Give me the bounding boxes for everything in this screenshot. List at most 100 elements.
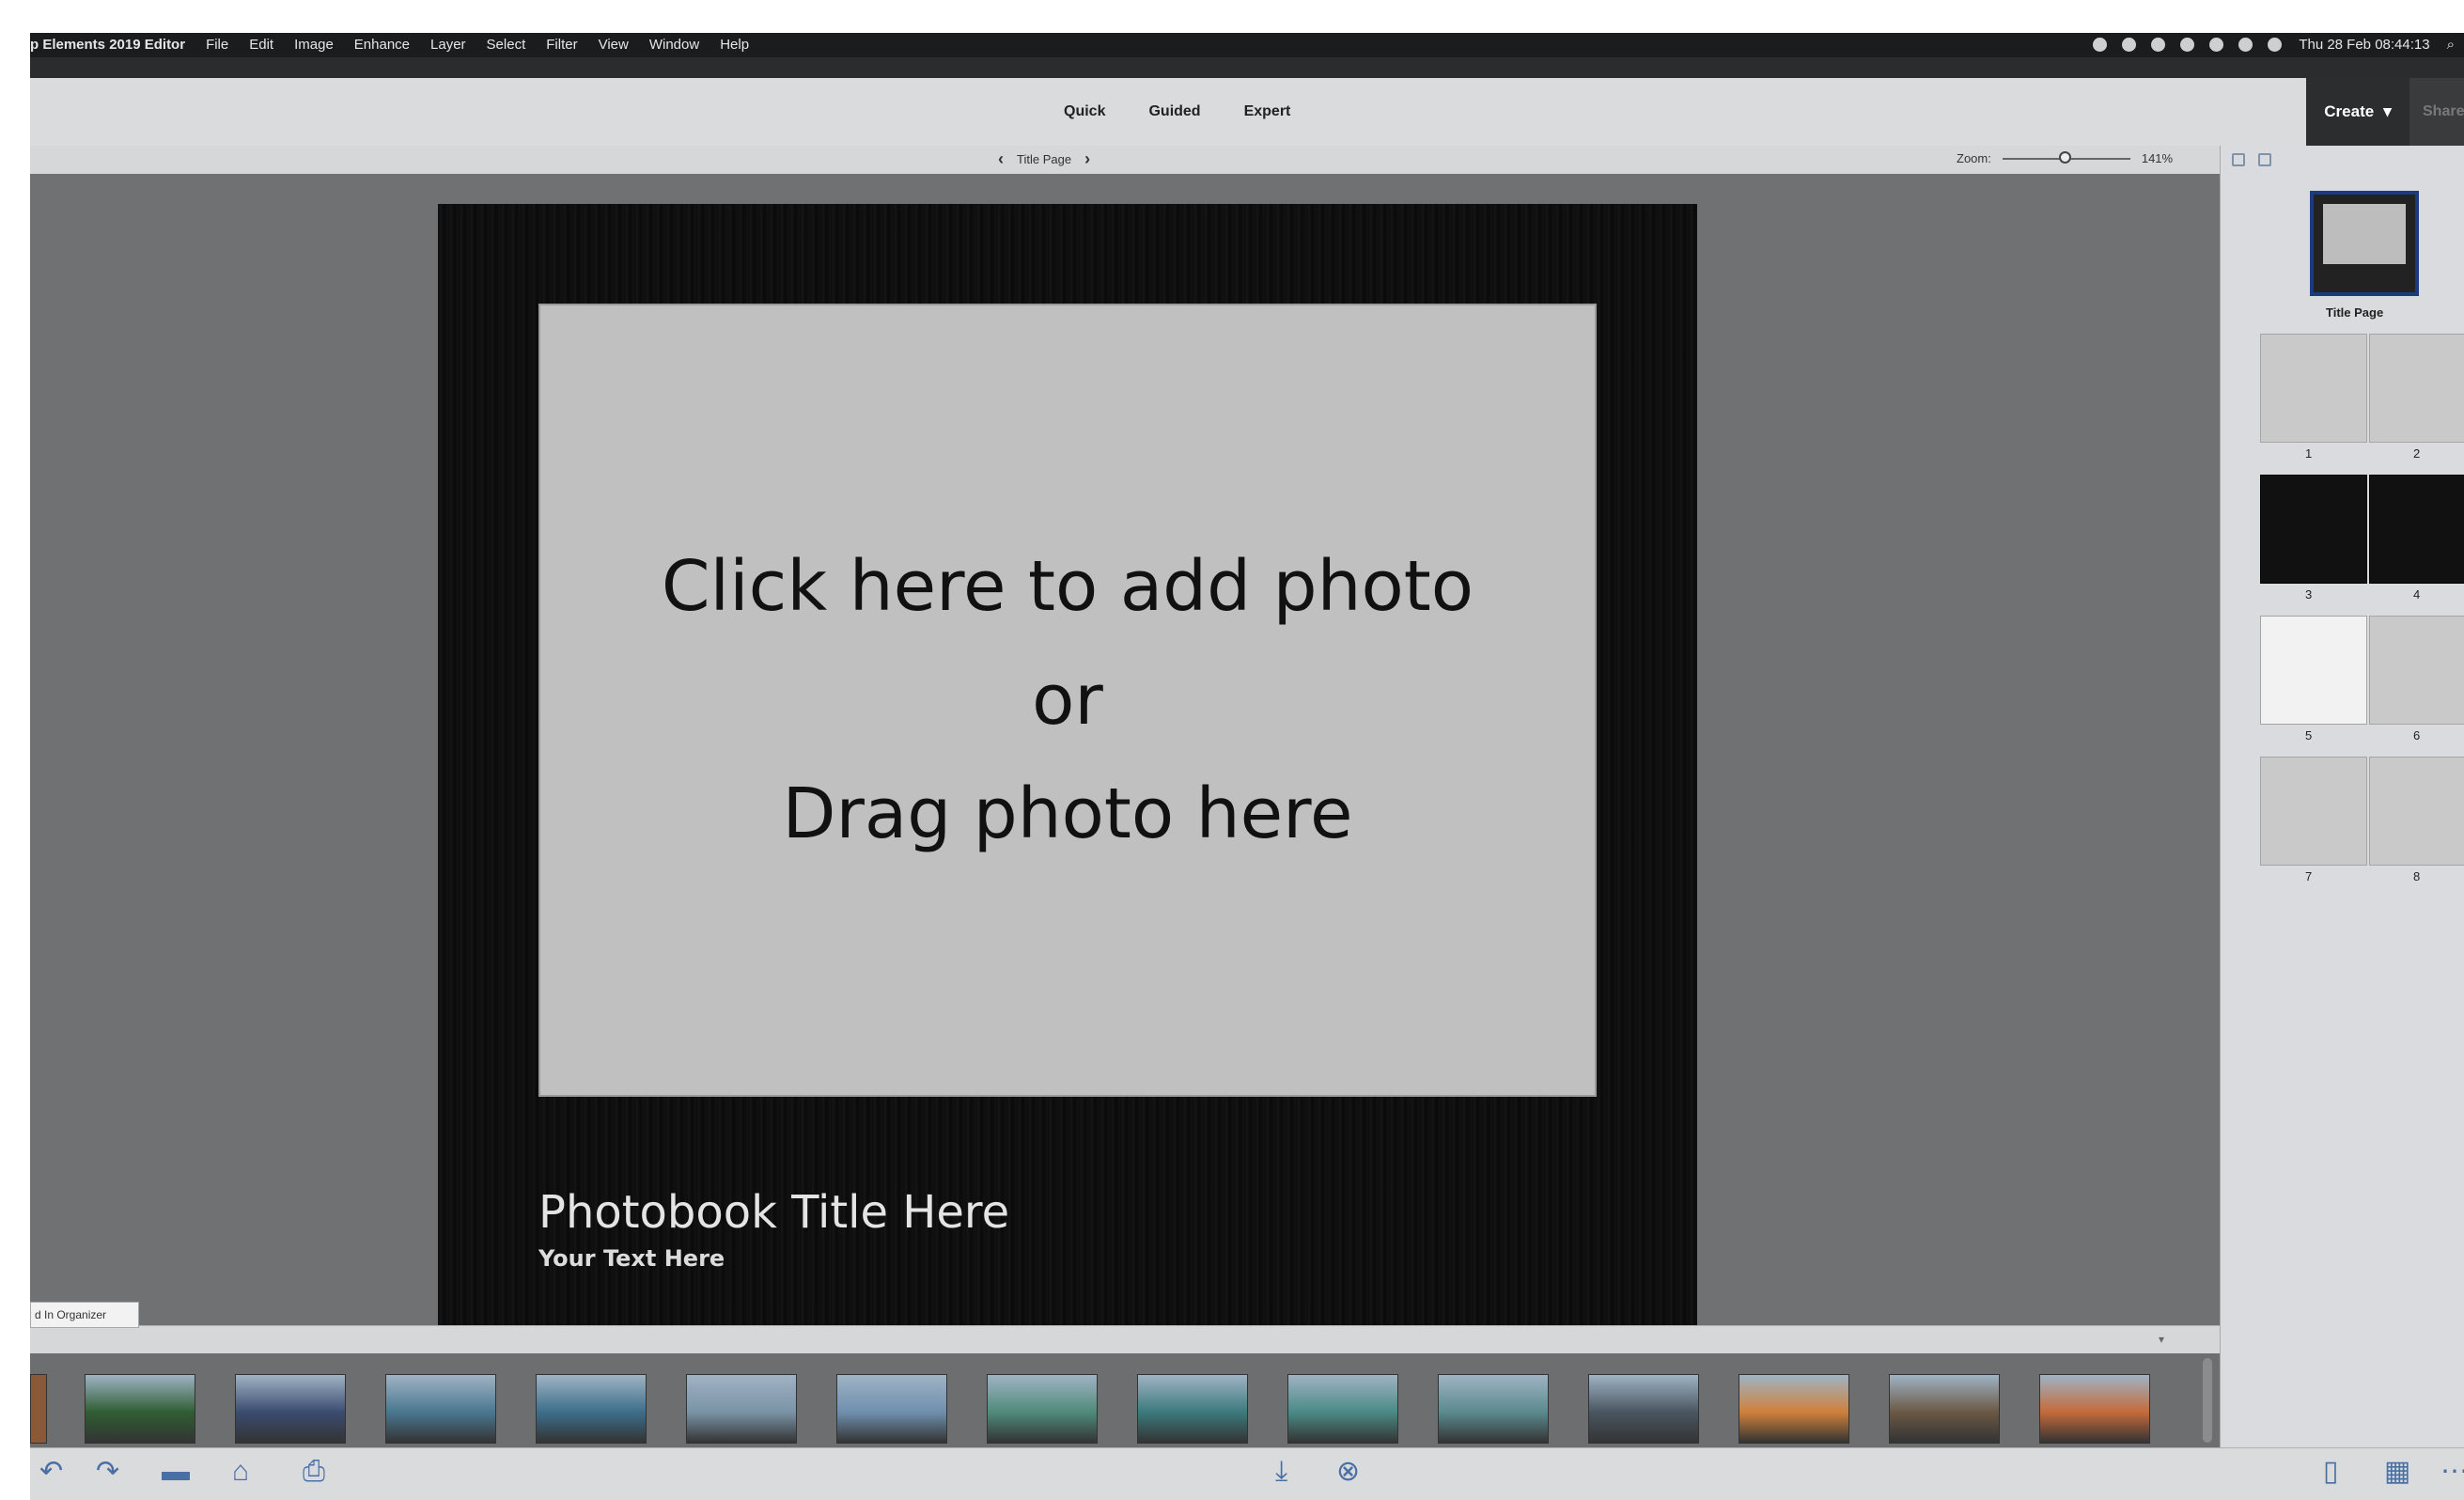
mode-guided[interactable]: Guided — [1148, 103, 1200, 120]
mode-bar: Quick Guided Expert — [30, 78, 2464, 147]
menu-edit[interactable]: Edit — [249, 37, 273, 53]
pages-view-icon[interactable]: ▯ — [2323, 1458, 2339, 1486]
photo-thumbnail[interactable] — [987, 1374, 1098, 1444]
pages-panel-toolbar — [2221, 146, 2464, 174]
photo-thumbnail[interactable] — [836, 1374, 947, 1444]
spread-7-8[interactable] — [2260, 757, 2464, 866]
photo-thumbnail[interactable] — [1889, 1374, 2000, 1444]
delete-page-icon[interactable] — [2258, 153, 2271, 166]
photo-thumbnail[interactable] — [385, 1374, 496, 1444]
page-thumb — [2369, 475, 2464, 584]
spread-1-2[interactable] — [2260, 334, 2464, 443]
page-toolbar: ‹ Title Page › Zoom: 141% — [30, 146, 2220, 175]
menu-view[interactable]: View — [599, 37, 629, 53]
drop-instruction-line1: Click here to add photo — [661, 545, 1474, 627]
zoom-slider-thumb[interactable] — [2058, 150, 2071, 164]
status-icon[interactable] — [2209, 38, 2224, 52]
status-icon[interactable] — [2093, 38, 2108, 52]
menu-select[interactable]: Select — [487, 37, 526, 53]
page-number: 6 — [2413, 728, 2421, 742]
undo-icon[interactable]: ↶ — [39, 1458, 63, 1486]
status-icon[interactable] — [2151, 38, 2166, 52]
photobook-title-text[interactable]: Photobook Title Here — [538, 1186, 1009, 1239]
page-thumb — [2260, 616, 2367, 725]
photobook-subtitle-text[interactable]: Your Text Here — [538, 1245, 725, 1272]
menu-bar: p Elements 2019 Editor File Edit Image E… — [30, 33, 2464, 57]
photo-thumbnail[interactable] — [2039, 1374, 2150, 1444]
photo-thumbnail[interactable] — [1739, 1374, 1849, 1444]
photo-bin — [30, 1353, 2220, 1447]
photo-thumbnail[interactable] — [1137, 1374, 1248, 1444]
title-page-label: Title Page — [2326, 305, 2384, 320]
spread-5-6[interactable] — [2260, 616, 2464, 725]
current-page-label: Title Page — [1017, 151, 1072, 166]
page-thumb — [2260, 757, 2367, 866]
wifi-icon[interactable] — [2268, 38, 2283, 52]
title-strip — [30, 57, 2464, 78]
create-label: Create — [2324, 102, 2375, 120]
share-button[interactable]: Share — [2409, 78, 2464, 146]
photo-thumbnail[interactable] — [235, 1374, 346, 1444]
chevron-down-icon: ▾ — [2383, 102, 2392, 120]
save-icon[interactable]: ⤓ — [1275, 1458, 1287, 1486]
drop-instruction-line2: or — [1032, 659, 1103, 741]
photo-thumbnail[interactable] — [1287, 1374, 1398, 1444]
photo-thumbnail[interactable] — [30, 1374, 47, 1444]
next-page-icon[interactable]: › — [1084, 150, 1090, 167]
app-window: p Elements 2019 Editor File Edit Image E… — [30, 33, 2464, 1500]
mode-expert[interactable]: Expert — [1244, 103, 1291, 120]
more-icon[interactable]: ⋯ — [2441, 1458, 2464, 1486]
zoom-value: 141% — [2141, 151, 2174, 165]
page-thumb — [2369, 757, 2464, 866]
create-button[interactable]: Create ▾ — [2306, 78, 2409, 146]
clock[interactable]: Thu 28 Feb 08:44:13 — [2299, 37, 2429, 53]
share-label: Share — [2423, 103, 2464, 119]
canvas-area: Click here to add photo or Drag photo he… — [30, 174, 2220, 1358]
page-thumb — [2260, 475, 2367, 584]
layout-icon[interactable]: ▬ — [162, 1458, 190, 1486]
menu-layer[interactable]: Layer — [430, 37, 466, 53]
redo-icon[interactable]: ↷ — [96, 1458, 119, 1486]
photobook-page[interactable]: Click here to add photo or Drag photo he… — [438, 204, 1697, 1328]
status-icon[interactable] — [2180, 38, 2195, 52]
add-page-icon[interactable] — [2232, 153, 2245, 166]
photo-bin-header — [30, 1325, 2220, 1354]
print-icon[interactable]: ⎙ — [303, 1458, 325, 1486]
bin-options-icon[interactable]: ▾ — [2159, 1333, 2164, 1346]
page-thumb — [2369, 334, 2464, 443]
photo-thumbnail[interactable] — [85, 1374, 195, 1444]
mode-quick[interactable]: Quick — [1064, 103, 1105, 120]
menu-image[interactable]: Image — [294, 37, 334, 53]
page-number: 5 — [2305, 728, 2313, 742]
menu-help[interactable]: Help — [720, 37, 749, 53]
page-thumb — [2369, 616, 2464, 725]
status-icon[interactable] — [2122, 38, 2137, 52]
page-number: 3 — [2305, 587, 2313, 602]
spread-3-4[interactable] — [2260, 475, 2464, 584]
zoom-slider[interactable] — [2002, 150, 2130, 164]
status-icon[interactable] — [2238, 38, 2253, 52]
menu-window[interactable]: Window — [649, 37, 699, 53]
menu-enhance[interactable]: Enhance — [354, 37, 410, 53]
status-tray — [2093, 38, 2283, 52]
photo-thumbnail[interactable] — [1588, 1374, 1699, 1444]
app-name[interactable]: p Elements 2019 Editor — [30, 37, 185, 53]
organizer-icon[interactable]: ⌂ — [232, 1458, 249, 1486]
photo-thumbnail[interactable] — [536, 1374, 647, 1444]
show-in-organizer-tab[interactable]: d In Organizer — [30, 1302, 139, 1328]
photo-thumbnail[interactable] — [686, 1374, 797, 1444]
photo-drop-zone[interactable]: Click here to add photo or Drag photo he… — [538, 304, 1597, 1097]
previous-page-icon[interactable]: ‹ — [998, 150, 1004, 167]
page-number: 8 — [2413, 869, 2421, 883]
page-thumb-title[interactable] — [2310, 191, 2419, 296]
layouts-view-icon[interactable]: ▦ — [2384, 1458, 2410, 1486]
close-icon[interactable]: ⊗ — [1336, 1458, 1360, 1486]
photo-bin-scrollbar[interactable] — [2203, 1358, 2212, 1443]
bottom-toolbar: ↶ ↷ ▬ ⌂ ⎙ ⤓ ⊗ ▯ ▦ ⋯ — [30, 1447, 2464, 1500]
photo-thumbnail[interactable] — [1438, 1374, 1549, 1444]
spotlight-search-icon[interactable]: ⌕ — [2447, 37, 2455, 53]
menu-file[interactable]: File — [206, 37, 228, 53]
menu-filter[interactable]: Filter — [546, 37, 577, 53]
page-thumb — [2260, 334, 2367, 443]
page-thumb-preview — [2323, 204, 2406, 264]
